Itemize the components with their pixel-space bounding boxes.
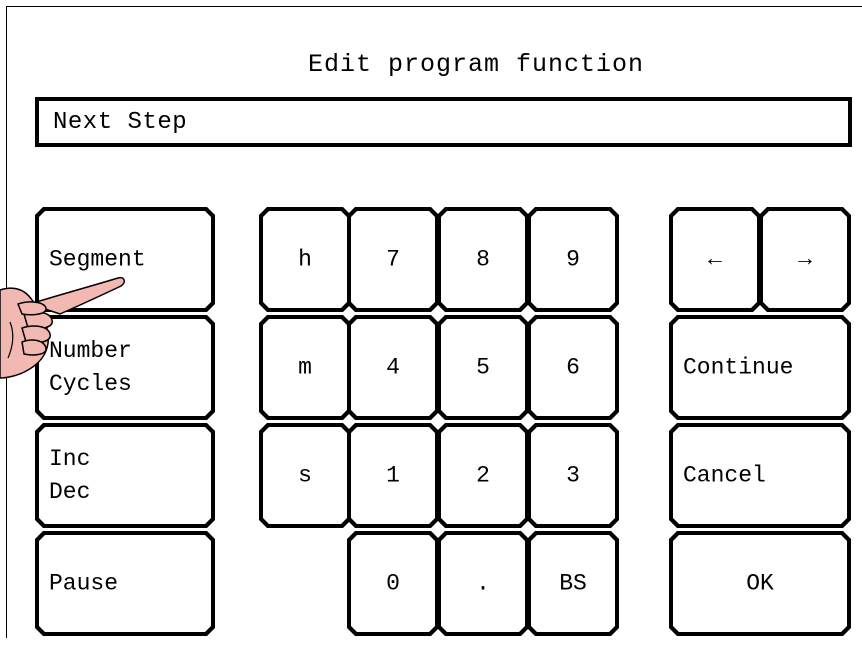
key-6[interactable]: 6 — [527, 315, 619, 420]
continue-button-label: Continue — [683, 354, 794, 380]
key-1[interactable]: 1 — [347, 423, 439, 528]
key-3-label: 3 — [566, 462, 580, 488]
cursor-right-button[interactable]: → — [759, 207, 851, 312]
pause-button[interactable]: Pause — [35, 531, 215, 636]
key-5[interactable]: 5 — [437, 315, 529, 420]
key-0-label: 0 — [386, 570, 400, 596]
inc-dec-button-label: Inc Dec — [49, 445, 91, 505]
inc-dec-button[interactable]: Inc Dec — [35, 423, 215, 528]
left-arrow-icon: ← — [708, 246, 722, 272]
cursor-left-button[interactable]: ← — [669, 207, 761, 312]
continue-button[interactable]: Continue — [669, 315, 851, 420]
key-h-label: h — [298, 246, 312, 272]
key-3[interactable]: 3 — [527, 423, 619, 528]
key-0[interactable]: 0 — [347, 531, 439, 636]
ok-button[interactable]: OK — [669, 531, 851, 636]
key-backspace-label: BS — [559, 570, 587, 596]
cancel-button-label: Cancel — [683, 462, 766, 488]
key-s-label: s — [298, 462, 312, 488]
key-decimal-point-label: . — [476, 570, 490, 596]
key-5-label: 5 — [476, 354, 490, 380]
key-s[interactable]: s — [259, 423, 351, 528]
key-2[interactable]: 2 — [437, 423, 529, 528]
key-7[interactable]: 7 — [347, 207, 439, 312]
pointing-hand-icon — [0, 276, 126, 379]
right-arrow-icon: → — [798, 246, 812, 272]
key-4[interactable]: 4 — [347, 315, 439, 420]
key-7-label: 7 — [386, 246, 400, 272]
key-2-label: 2 — [476, 462, 490, 488]
key-decimal-point[interactable]: . — [437, 531, 529, 636]
cancel-button[interactable]: Cancel — [669, 423, 851, 528]
key-4-label: 4 — [386, 354, 400, 380]
key-m[interactable]: m — [259, 315, 351, 420]
key-backspace[interactable]: BS — [527, 531, 619, 636]
key-8-label: 8 — [476, 246, 490, 272]
key-h[interactable]: h — [259, 207, 351, 312]
function-display-value: Next Step — [53, 109, 188, 136]
key-9[interactable]: 9 — [527, 207, 619, 312]
key-m-label: m — [298, 354, 312, 380]
key-9-label: 9 — [566, 246, 580, 272]
function-display-field: Next Step — [35, 97, 852, 147]
page-title: Edit program function — [307, 50, 645, 79]
key-8[interactable]: 8 — [437, 207, 529, 312]
frame-border-top — [6, 6, 862, 7]
key-6-label: 6 — [566, 354, 580, 380]
pause-button-label: Pause — [49, 570, 119, 596]
key-1-label: 1 — [386, 462, 400, 488]
ok-button-label: OK — [746, 570, 774, 596]
